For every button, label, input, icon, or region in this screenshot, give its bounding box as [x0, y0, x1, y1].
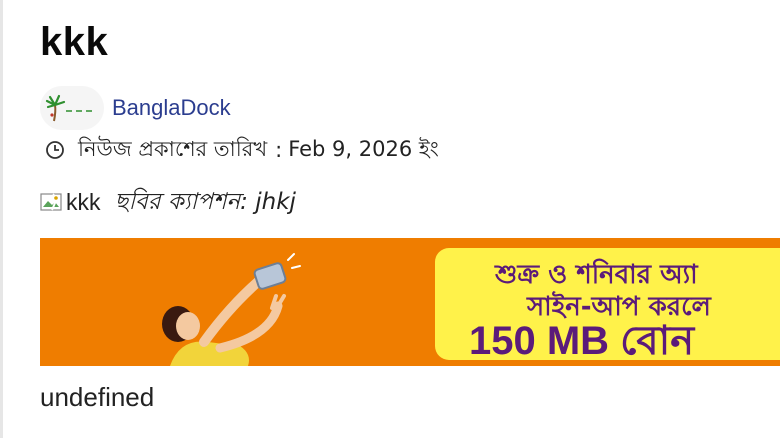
- image-caption: ছবির ক্যাপশন: jhkj: [114, 188, 296, 215]
- article-title: kkk: [40, 20, 109, 64]
- image-caption-row: kkk ছবির ক্যাপশন: jhkj: [40, 185, 296, 219]
- publish-date-separator: :: [275, 138, 283, 162]
- ad-offer-panel: শুক্র ও শনিবার অ্যা সাইন-আপ করলে 150 MB …: [435, 248, 780, 363]
- author-byline: BanglaDock: [40, 86, 231, 130]
- author-name-link[interactable]: BanglaDock: [112, 95, 231, 121]
- palm-tree-logo-icon: [45, 94, 92, 122]
- article-image: kkk: [40, 189, 101, 216]
- publish-date-label: নিউজ প্রকাশের তারিখ: [78, 136, 268, 161]
- author-avatar[interactable]: [40, 86, 104, 130]
- publish-date-row: নিউজ প্রকাশের তারিখ : Feb 9, 2026 ইং: [44, 134, 439, 166]
- image-alt-text: kkk: [66, 188, 101, 215]
- clock-icon: [46, 141, 64, 159]
- page-left-border: [0, 0, 3, 438]
- article-body: undefined: [40, 382, 155, 412]
- ad-offer-line-3: 150 MB বোন: [469, 319, 695, 363]
- broken-image-icon: [40, 193, 62, 211]
- publish-date-value: Feb 9, 2026 ইং: [288, 136, 439, 161]
- ad-banner[interactable]: শুক্র ও শনিবার অ্যা সাইন-আপ করলে 150 MB …: [40, 238, 780, 366]
- person-taking-selfie-illustration: [162, 253, 301, 366]
